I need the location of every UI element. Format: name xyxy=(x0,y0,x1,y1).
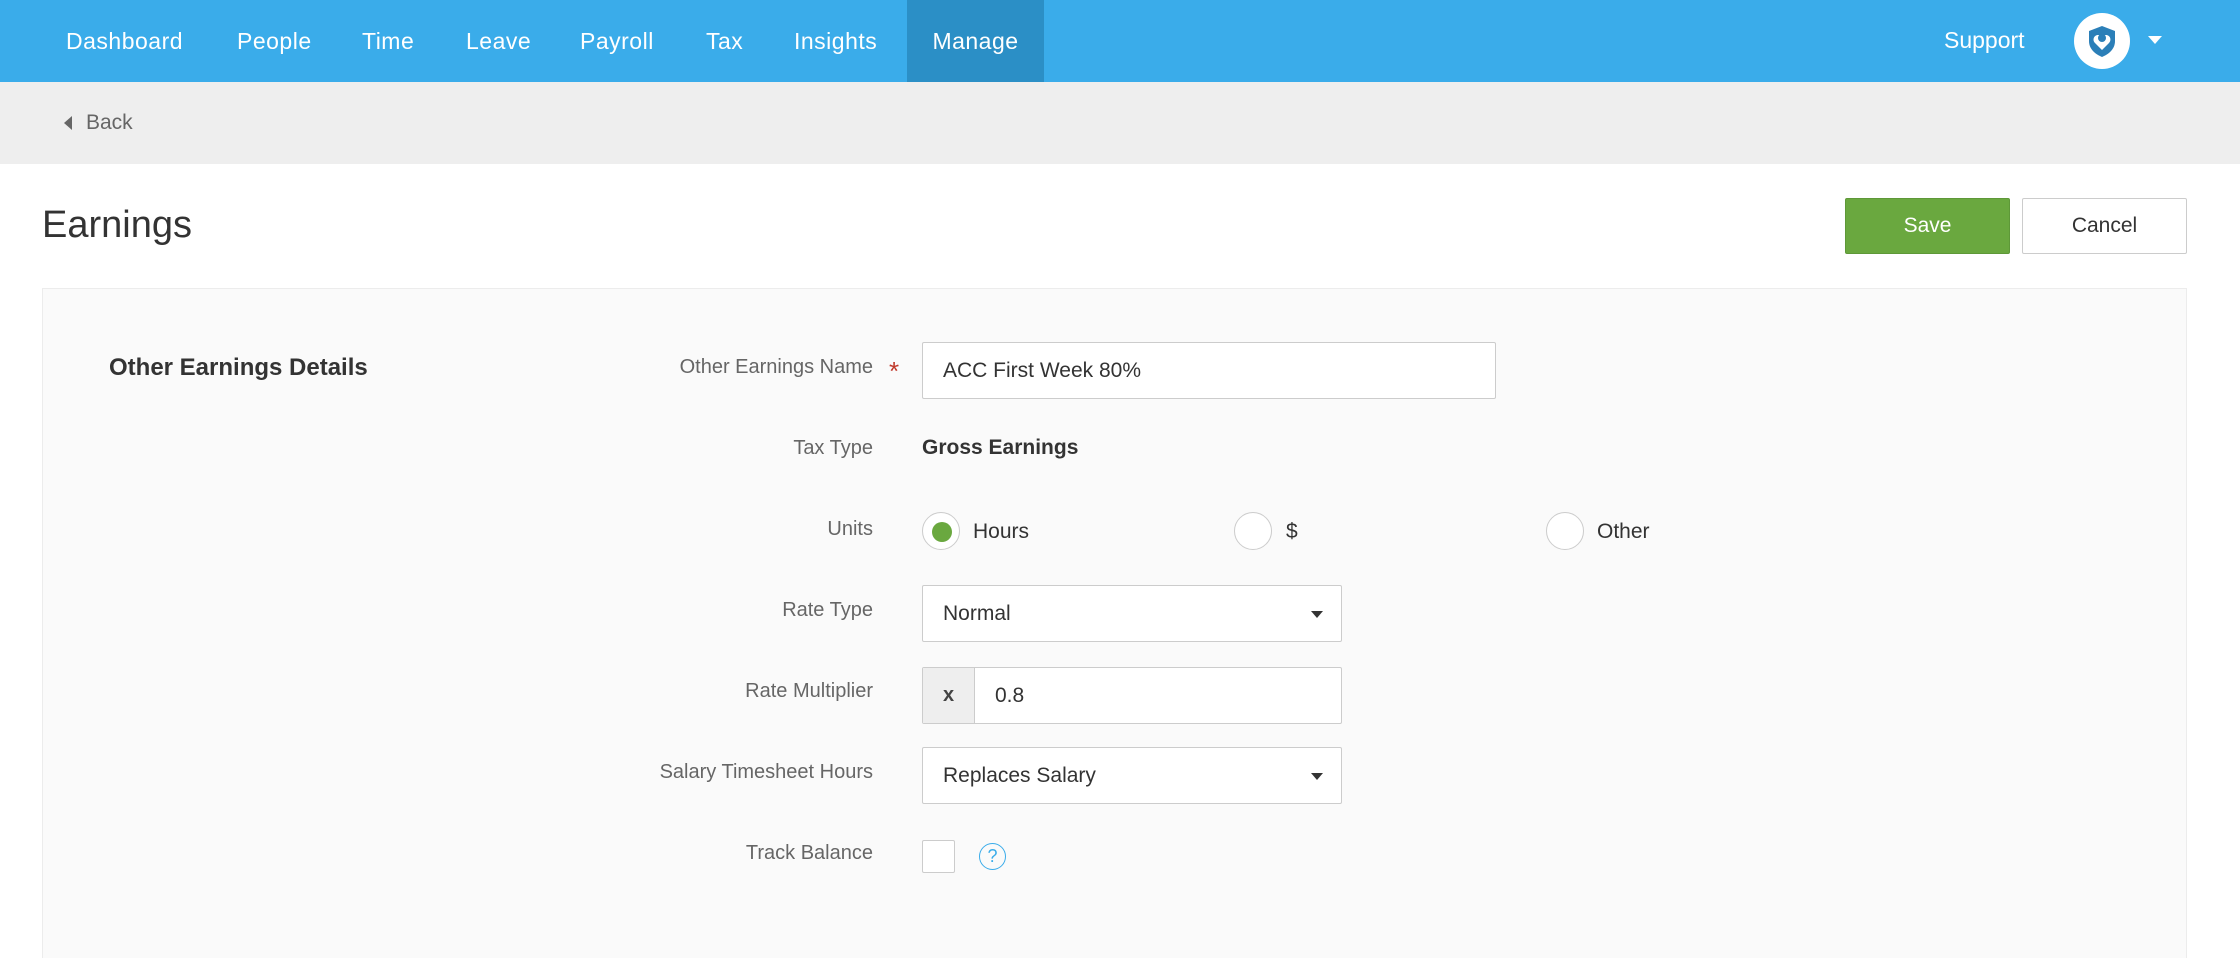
nav-item-tax[interactable]: Tax xyxy=(706,0,743,82)
rate-type-select[interactable]: Normal xyxy=(922,585,1342,642)
nav-item-insights[interactable]: Insights xyxy=(794,0,877,82)
chevron-left-icon xyxy=(64,116,72,130)
nav-item-leave[interactable]: Leave xyxy=(466,0,531,82)
top-nav: Dashboard People Time Leave Payroll Tax … xyxy=(0,0,2240,82)
back-label: Back xyxy=(86,111,133,134)
salary-timesheet-hours-value: Replaces Salary xyxy=(943,764,1096,787)
cancel-button[interactable]: Cancel xyxy=(2022,198,2187,254)
support-link[interactable]: Support xyxy=(1944,0,2025,82)
shield-heart-icon xyxy=(2089,26,2115,57)
rate-multiplier-label: Rate Multiplier xyxy=(745,680,873,702)
units-radio-other[interactable] xyxy=(1546,512,1584,550)
rate-type-value: Normal xyxy=(943,602,1011,625)
nav-item-dashboard[interactable]: Dashboard xyxy=(66,0,183,82)
rate-type-label: Rate Type xyxy=(782,599,873,621)
earnings-name-label: Other Earnings Name xyxy=(679,356,873,378)
section-title: Other Earnings Details xyxy=(109,354,368,381)
track-balance-checkbox[interactable] xyxy=(922,840,955,873)
rate-multiplier-value: 0.8 xyxy=(995,684,1025,707)
save-button[interactable]: Save xyxy=(1845,198,2010,254)
salary-timesheet-hours-select[interactable]: Replaces Salary xyxy=(922,747,1342,804)
units-radio-other-label: Other xyxy=(1597,520,1650,543)
units-radio-hours[interactable] xyxy=(922,512,960,550)
track-balance-label: Track Balance xyxy=(745,842,873,864)
units-radio-hours-label: Hours xyxy=(973,520,1030,543)
tax-type-value: Gross Earnings xyxy=(922,436,1079,459)
back-link[interactable]: Back xyxy=(64,82,133,164)
user-avatar[interactable] xyxy=(2074,13,2130,69)
nav-item-payroll[interactable]: Payroll xyxy=(580,0,654,82)
chevron-down-icon[interactable] xyxy=(2148,36,2162,44)
multiplier-prefix: x xyxy=(923,668,975,723)
nav-item-people[interactable]: People xyxy=(237,0,312,82)
page-title: Earnings xyxy=(42,204,192,246)
units-radio-dollar[interactable] xyxy=(1234,512,1272,550)
rate-multiplier-input[interactable]: x 0.8 xyxy=(922,667,1342,724)
chevron-down-icon xyxy=(1311,611,1323,618)
required-marker: * xyxy=(889,356,900,386)
earnings-name-input[interactable]: ACC First Week 80% xyxy=(922,342,1496,399)
back-bar: Back xyxy=(0,82,2240,164)
nav-item-manage[interactable]: Manage xyxy=(907,0,1044,82)
chevron-down-icon xyxy=(1311,773,1323,780)
question-circle-icon[interactable]: ? xyxy=(979,843,1006,870)
units-label: Units xyxy=(827,518,873,540)
salary-timesheet-hours-label: Salary Timesheet Hours xyxy=(659,761,873,783)
units-radio-dollar-label: $ xyxy=(1286,520,1298,543)
nav-item-time[interactable]: Time xyxy=(362,0,414,82)
tax-type-label: Tax Type xyxy=(793,437,873,459)
